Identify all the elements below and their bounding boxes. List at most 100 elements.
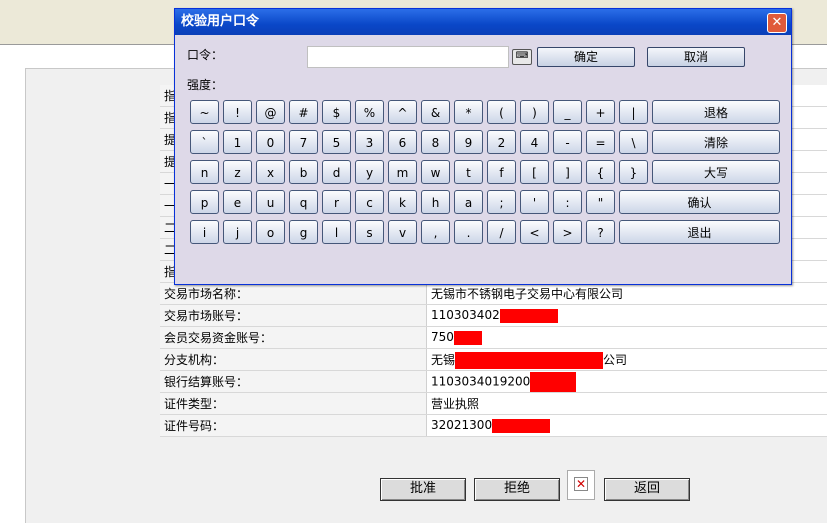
key-button[interactable]: { (586, 160, 615, 184)
key-button[interactable]: 4 (520, 130, 549, 154)
key-button[interactable]: [ (520, 160, 549, 184)
key-button[interactable]: v (388, 220, 417, 244)
redaction-block (530, 372, 576, 392)
key-button[interactable]: + (586, 100, 615, 124)
key-button[interactable]: w (421, 160, 450, 184)
key-button[interactable]: z (223, 160, 252, 184)
key-button[interactable]: " (586, 190, 615, 214)
key-button[interactable]: 0 (256, 130, 285, 154)
close-icon[interactable]: ✕ (767, 13, 787, 33)
key-button[interactable]: ! (223, 100, 252, 124)
key-button[interactable]: | (619, 100, 648, 124)
key-button[interactable]: - (553, 130, 582, 154)
key-button[interactable]: t (454, 160, 483, 184)
key-button[interactable]: p (190, 190, 219, 214)
key-button[interactable]: ? (586, 220, 615, 244)
table-row: 银行结算账号： 1103034019200 (160, 371, 827, 393)
key-button[interactable]: h (421, 190, 450, 214)
approve-button[interactable]: 批准 (380, 478, 466, 501)
key-button[interactable]: } (619, 160, 648, 184)
key-button[interactable]: k (388, 190, 417, 214)
key-button[interactable]: % (355, 100, 384, 124)
key-button[interactable]: ) (520, 100, 549, 124)
fund-account-label: 会员交易资金账号： (160, 327, 427, 349)
caps-key-button[interactable]: 大写 (652, 160, 780, 184)
table-row: 证件类型： 营业执照 (160, 393, 827, 415)
key-button[interactable]: s (355, 220, 384, 244)
reject-button[interactable]: 拒绝 (474, 478, 560, 501)
key-button[interactable]: e (223, 190, 252, 214)
key-button[interactable]: ^ (388, 100, 417, 124)
key-button[interactable]: 6 (388, 130, 417, 154)
backspace-key-button[interactable]: 退格 (652, 100, 780, 124)
key-button[interactable]: g (289, 220, 318, 244)
key-button[interactable]: b (289, 160, 318, 184)
ok-button[interactable]: 确定 (537, 47, 635, 67)
clear-key-button[interactable]: 清除 (652, 130, 780, 154)
key-button[interactable]: x (256, 160, 285, 184)
key-button[interactable]: j (223, 220, 252, 244)
key-button[interactable]: , (421, 220, 450, 244)
key-button[interactable]: # (289, 100, 318, 124)
market-name-value: 无锡市不锈钢电子交易中心有限公司 (427, 283, 827, 305)
key-button[interactable]: c (355, 190, 384, 214)
key-button[interactable]: ~ (190, 100, 219, 124)
redaction-block (454, 331, 482, 345)
key-button[interactable]: f (487, 160, 516, 184)
fund-account-value: 750 (431, 330, 454, 344)
key-button[interactable]: i (190, 220, 219, 244)
key-button[interactable]: < (520, 220, 549, 244)
key-button[interactable]: / (487, 220, 516, 244)
key-button[interactable]: _ (553, 100, 582, 124)
key-button[interactable]: o (256, 220, 285, 244)
key-button[interactable]: 9 (454, 130, 483, 154)
key-button[interactable]: \ (619, 130, 648, 154)
key-button[interactable]: 5 (322, 130, 351, 154)
password-label: 口令： (187, 46, 223, 63)
key-button[interactable]: a (454, 190, 483, 214)
id-number-label: 证件号码： (160, 415, 427, 437)
back-button[interactable]: 返回 (604, 478, 690, 501)
key-button[interactable]: : (553, 190, 582, 214)
key-button[interactable]: ' (520, 190, 549, 214)
key-button[interactable]: @ (256, 100, 285, 124)
key-button[interactable]: * (454, 100, 483, 124)
cancel-button[interactable]: 取消 (647, 47, 745, 67)
key-button[interactable]: . (454, 220, 483, 244)
table-row: 分支机构： 无锡公司 (160, 349, 827, 371)
redaction-block (492, 419, 550, 433)
table-row: 交易市场名称： 无锡市不锈钢电子交易中心有限公司 (160, 283, 827, 305)
key-button[interactable]: ] (553, 160, 582, 184)
bank-account-value: 1103034019200 (431, 374, 530, 388)
key-button[interactable]: 3 (355, 130, 384, 154)
key-button[interactable]: u (256, 190, 285, 214)
key-button[interactable]: q (289, 190, 318, 214)
key-button[interactable]: & (421, 100, 450, 124)
key-button[interactable]: l (322, 220, 351, 244)
key-button[interactable]: ; (487, 190, 516, 214)
key-button[interactable]: > (553, 220, 582, 244)
key-button[interactable]: ` (190, 130, 219, 154)
branch-value-suffix: 公司 (603, 353, 627, 367)
key-button[interactable]: 1 (223, 130, 252, 154)
keyboard-icon[interactable]: ⌨ (512, 49, 532, 65)
exit-key-button[interactable]: 退出 (619, 220, 780, 244)
confirm-key-button[interactable]: 确认 (619, 190, 780, 214)
bank-account-label: 银行结算账号： (160, 371, 427, 393)
key-button[interactable]: m (388, 160, 417, 184)
key-button[interactable]: ( (487, 100, 516, 124)
redaction-block (500, 309, 558, 323)
id-number-value: 32021300 (431, 418, 492, 432)
key-button[interactable]: 8 (421, 130, 450, 154)
key-button[interactable]: = (586, 130, 615, 154)
password-input[interactable] (307, 46, 509, 68)
key-button[interactable]: n (190, 160, 219, 184)
key-button[interactable]: 2 (487, 130, 516, 154)
key-button[interactable]: y (355, 160, 384, 184)
key-button[interactable]: $ (322, 100, 351, 124)
key-button[interactable]: d (322, 160, 351, 184)
branch-value: 无锡 (431, 353, 455, 367)
key-button[interactable]: r (322, 190, 351, 214)
key-button[interactable]: 7 (289, 130, 318, 154)
id-type-label: 证件类型： (160, 393, 427, 415)
